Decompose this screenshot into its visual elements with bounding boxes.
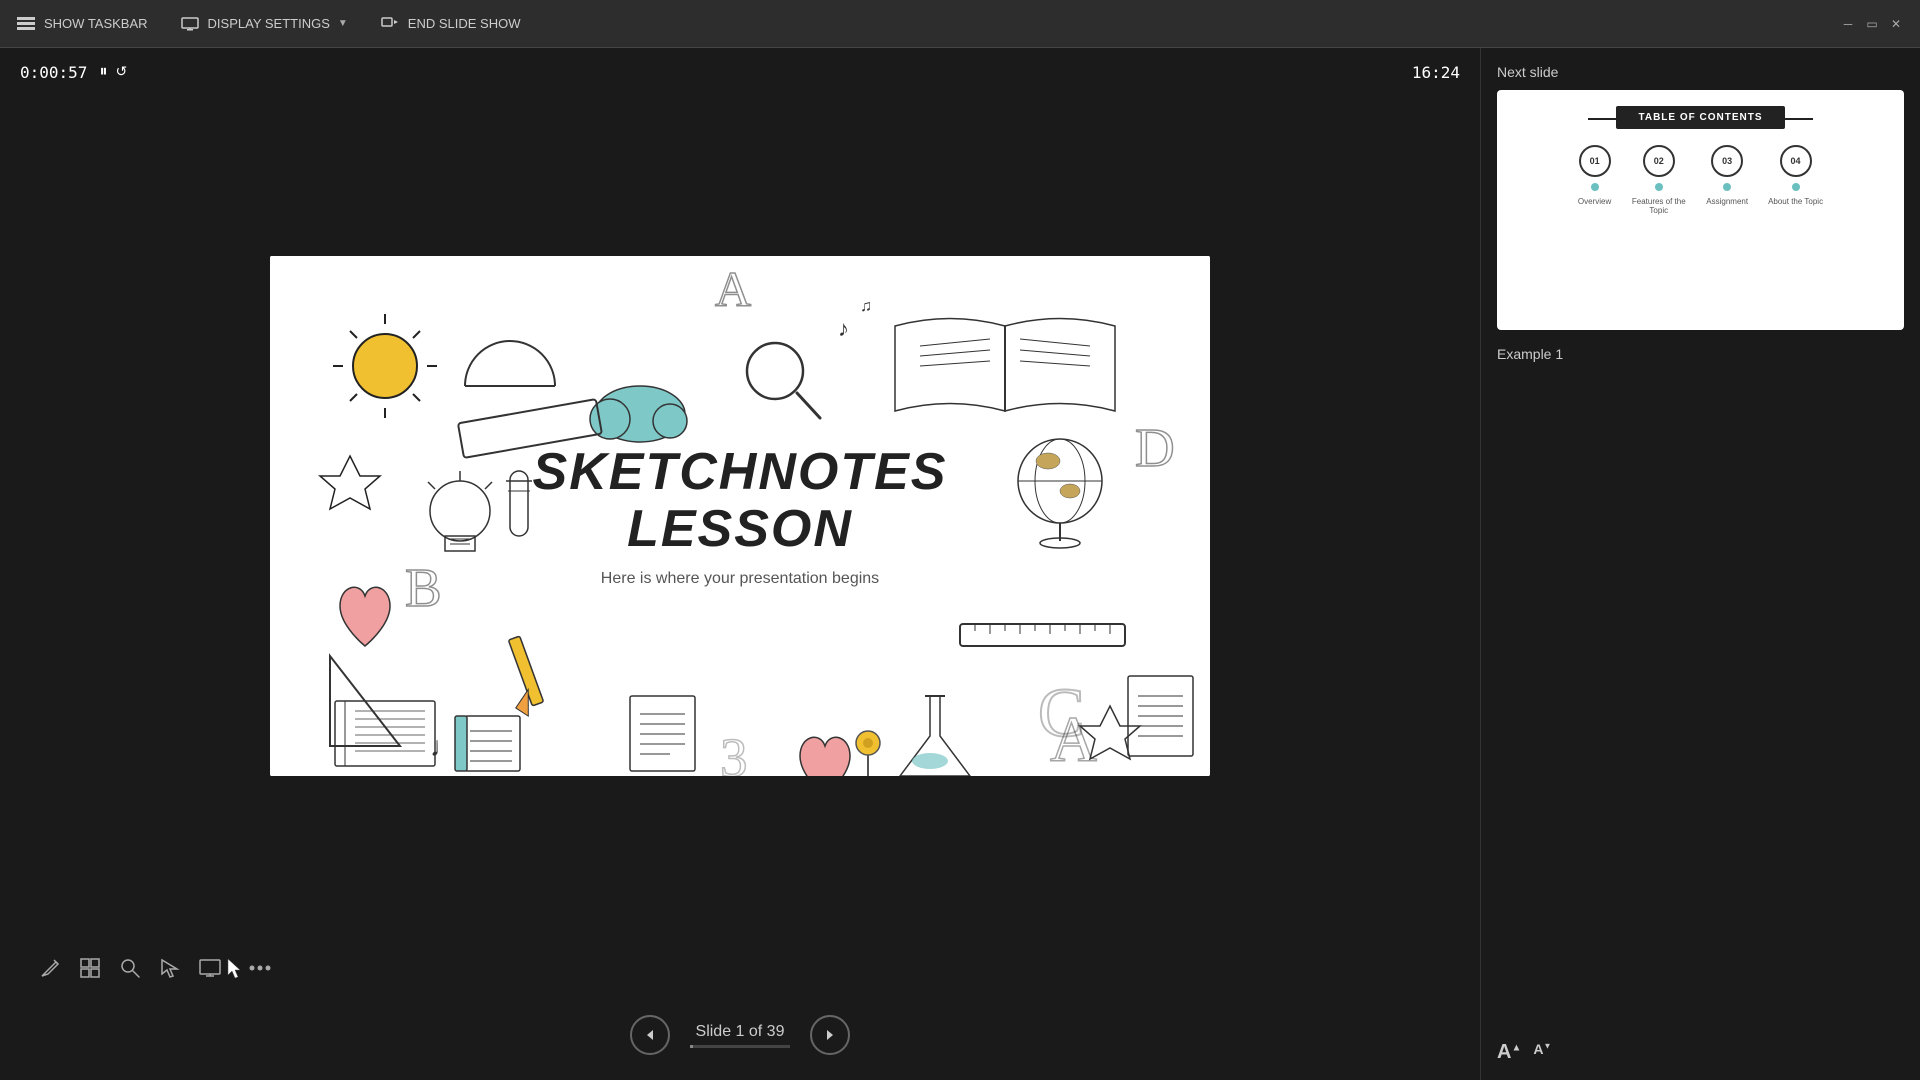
slide-title-line2: LESSON [533,501,948,558]
display-settings-button[interactable]: DISPLAY SETTINGS ▼ [180,14,348,34]
decrease-font-button[interactable]: A▼ [1533,1041,1551,1064]
slide-background: A ♪ ♫ [270,256,1210,776]
svg-text:A: A [1050,704,1097,776]
slide-progress-fill [690,1045,693,1048]
svg-text:3: 3 [720,727,748,776]
toc-dot-4 [1792,183,1800,191]
show-taskbar-button[interactable]: SHOW TASKBAR [16,14,148,34]
maximize-button[interactable]: ▭ [1864,16,1880,32]
display-settings-icon [180,14,200,34]
next-slide-label: Next slide [1497,64,1904,80]
display-settings-label: DISPLAY SETTINGS [208,16,330,31]
svg-text:C: C [1038,675,1085,752]
show-taskbar-label: SHOW TASKBAR [44,16,148,31]
svg-text:D: D [1135,417,1175,478]
right-panel: Next slide TABLE OF CONTENTS 01 Overview… [1480,48,1920,1080]
minimize-button[interactable]: ─ [1840,16,1856,32]
slide-counter-wrapper: Slide 1 of 39 [690,1023,790,1048]
top-toolbar: SHOW TASKBAR DISPLAY SETTINGS ▼ END SLID… [0,0,1920,48]
toc-banner: TABLE OF CONTENTS [1616,106,1784,129]
close-button[interactable]: ✕ [1888,16,1904,32]
elapsed-time: 0:00:57 [20,63,87,82]
screen-tool-button[interactable] [190,948,230,988]
slide-counter: Slide 1 of 39 [690,1023,790,1041]
toc-number-1: 01 [1579,145,1611,177]
slide-frame: A ♪ ♫ [270,256,1210,776]
list-item: 02 Features of the Topic [1631,145,1686,215]
pause-button[interactable]: ⏸ [99,63,107,81]
clock-time: 16:24 [1412,63,1460,82]
display-settings-chevron: ▼ [338,18,348,29]
bottom-area: Slide 1 of 39 [0,936,1480,1080]
svg-text:♫: ♫ [860,298,872,315]
end-slideshow-button[interactable]: END SLIDE SHOW [380,14,521,34]
search-tool-button[interactable] [110,948,150,988]
next-slide-thumbnail[interactable]: TABLE OF CONTENTS 01 Overview 02 Feature… [1497,90,1904,330]
end-slideshow-label: END SLIDE SHOW [408,16,521,31]
svg-text:♪: ♪ [838,316,849,341]
end-slideshow-icon [380,14,400,34]
timer-bar: 0:00:57 ⏸ ↺ 16:24 [0,48,1480,96]
bottom-toolbar [0,936,1480,1000]
toc-items: 01 Overview 02 Features of the Topic 03 … [1578,145,1823,215]
more-tools-button[interactable] [240,948,280,988]
slide-container: A ♪ ♫ [0,96,1480,936]
toc-number-4: 04 [1780,145,1812,177]
list-item: 03 Assignment [1706,145,1748,215]
slide-title: SKETCHNOTES LESSON [533,444,948,558]
pointer-tool-button[interactable] [150,948,190,988]
presentation-area: 0:00:57 ⏸ ↺ 16:24 [0,48,1480,1080]
toc-dot-2 [1655,183,1663,191]
reset-button[interactable]: ↺ [115,63,127,81]
list-item: 01 Overview [1578,145,1611,215]
svg-text:B: B [405,557,442,618]
toc-title: TABLE OF CONTENTS [1638,112,1762,123]
toc-number-3: 03 [1711,145,1743,177]
slide-subtitle: Here is where your presentation begins [533,570,948,588]
previous-slide-button[interactable] [630,1015,670,1055]
toc-dot-1 [1591,183,1599,191]
cursor-indicator [226,957,240,979]
timer-left: 0:00:57 ⏸ ↺ [20,63,127,82]
window-controls: ─ ▭ ✕ [1840,16,1904,32]
list-item: 04 About the Topic [1768,145,1823,215]
pen-tool-button[interactable] [30,948,70,988]
toc-label-4: About the Topic [1768,197,1823,206]
grid-tool-button[interactable] [70,948,110,988]
example-label: Example 1 [1497,346,1904,362]
font-controls: A▲ A▼ [1497,1031,1904,1064]
main-content: 0:00:57 ⏸ ↺ 16:24 [0,48,1920,1080]
taskbar-icon [16,14,36,34]
toc-dot-3 [1723,183,1731,191]
increase-font-button[interactable]: A▲ [1497,1041,1521,1064]
svg-text:♩: ♩ [430,731,458,762]
toc-label-2: Features of the Topic [1631,197,1686,215]
svg-text:A: A [715,261,751,317]
navigation-bar: Slide 1 of 39 [0,1000,1480,1080]
timer-controls: ⏸ ↺ [99,63,127,81]
slide-progress-bar [690,1045,790,1048]
toc-slide: TABLE OF CONTENTS 01 Overview 02 Feature… [1497,90,1904,330]
toc-label-3: Assignment [1706,197,1748,206]
slide-title-line1: SKETCHNOTES [533,444,948,501]
toc-number-2: 02 [1643,145,1675,177]
toc-label-1: Overview [1578,197,1611,206]
next-slide-button[interactable] [810,1015,850,1055]
